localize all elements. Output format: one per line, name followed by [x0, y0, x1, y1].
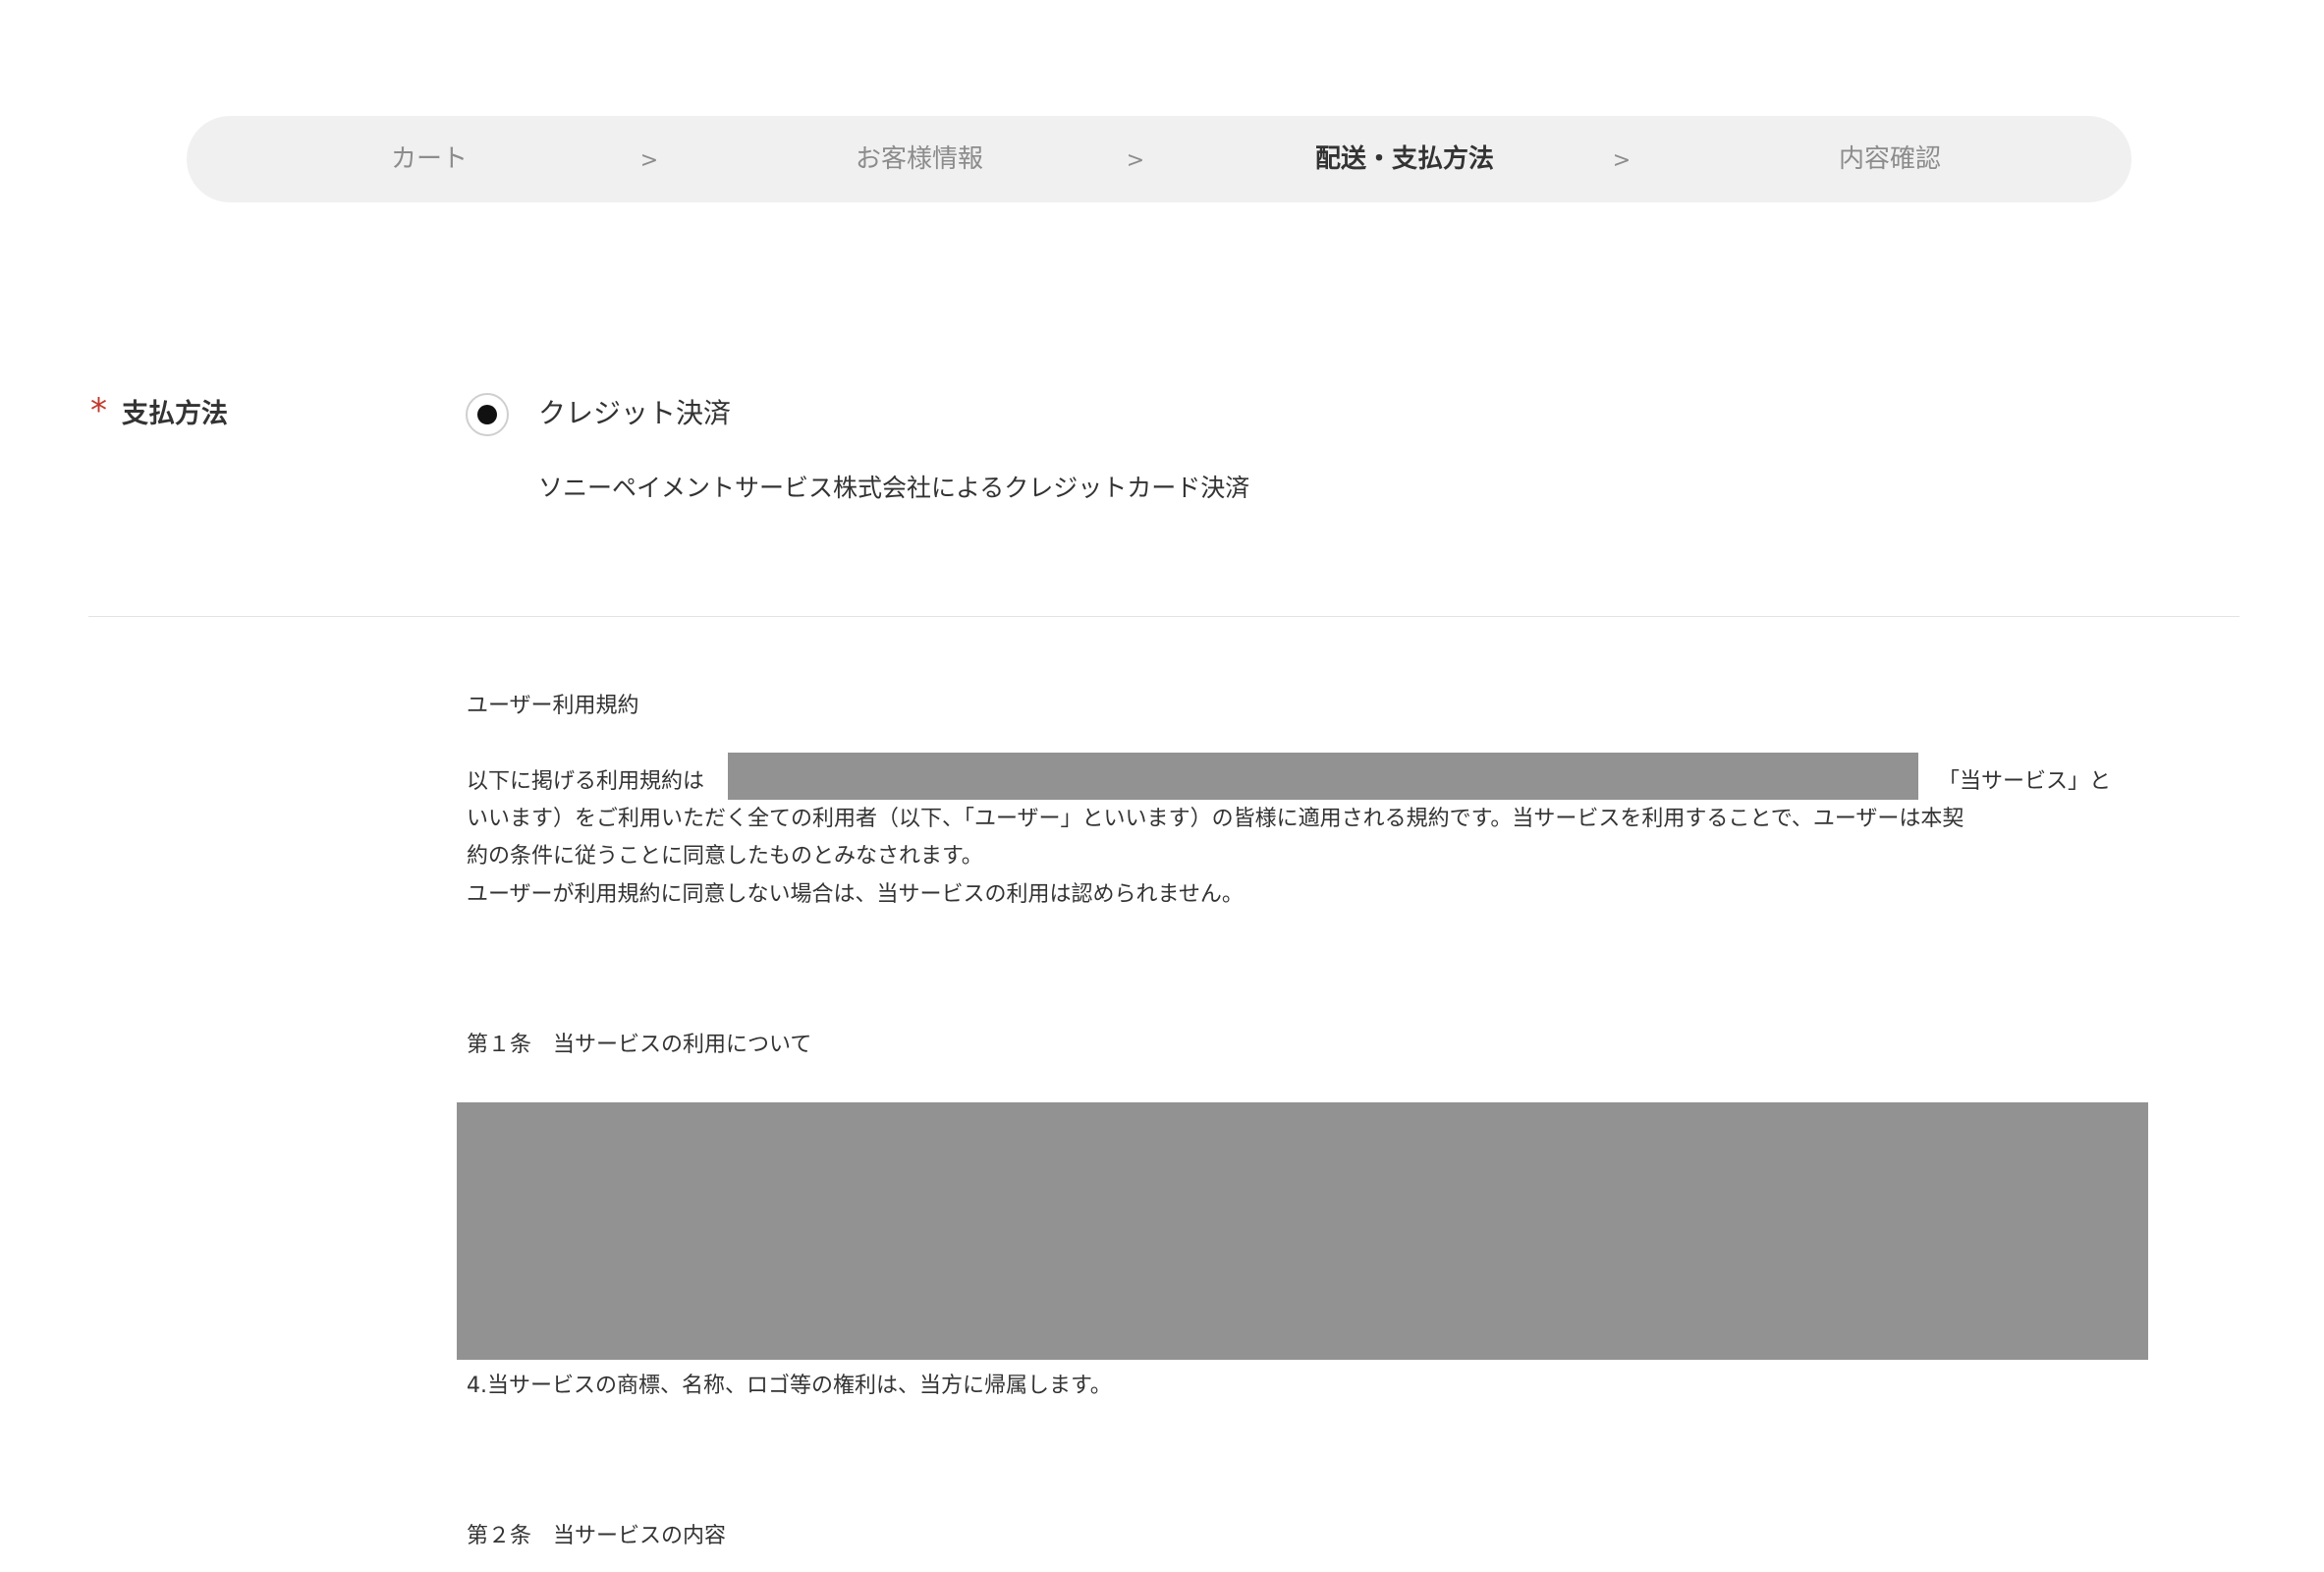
payment-method-label: 支払方法	[122, 399, 228, 429]
step-customer-info[interactable]: お客様情報	[856, 116, 983, 202]
terms-title: ユーザー利用規約	[467, 694, 639, 718]
required-mark: *	[90, 391, 107, 430]
radio-selected-dot	[477, 405, 497, 424]
article2-title: 第２条 当サービスの内容	[467, 1524, 727, 1548]
terms-intro-line1-suffix: 「当サービス」と	[1938, 769, 2112, 794]
terms-intro-line3: 約の条件に従うことに同意したものとみなされます。	[467, 844, 983, 869]
step-separator: >	[639, 148, 659, 173]
credit-card-option-label[interactable]: クレジット決済	[538, 393, 731, 434]
redacted-block	[728, 753, 1918, 800]
step-cart[interactable]: カート	[391, 116, 468, 202]
checkout-page: カート > お客様情報 > 配送・支払方法 > 内容確認 * 支払方法 クレジッ…	[0, 0, 2324, 1572]
checkout-steps: カート > お客様情報 > 配送・支払方法 > 内容確認	[187, 116, 2131, 202]
terms-intro-line1-prefix: 以下に掲げる利用規約は	[467, 769, 705, 794]
terms-intro-line2: いいます）をご利用いただく全ての利用者（以下、「ユーザー」といいます）の皆様に適…	[467, 807, 1964, 831]
payment-description: ソニーペイメントサービス株式会社によるクレジットカード決済	[538, 474, 1250, 502]
article1-item4: 4.当サービスの商標、名称、ロゴ等の権利は、当方に帰属します。	[467, 1374, 1112, 1398]
article1-title: 第１条 当サービスの利用について	[467, 1033, 812, 1057]
section-divider	[88, 616, 2240, 617]
step-separator: >	[1126, 148, 1145, 173]
step-separator: >	[1612, 148, 1632, 173]
step-confirm: 内容確認	[1838, 144, 1942, 174]
redacted-block	[457, 1102, 2148, 1360]
terms-intro-line4: ユーザーが利用規約に同意しない場合は、当サービスの利用は認められません。	[467, 882, 1244, 907]
step-shipping-payment: 配送・支払方法	[1314, 144, 1495, 174]
credit-card-radio[interactable]	[466, 393, 509, 436]
